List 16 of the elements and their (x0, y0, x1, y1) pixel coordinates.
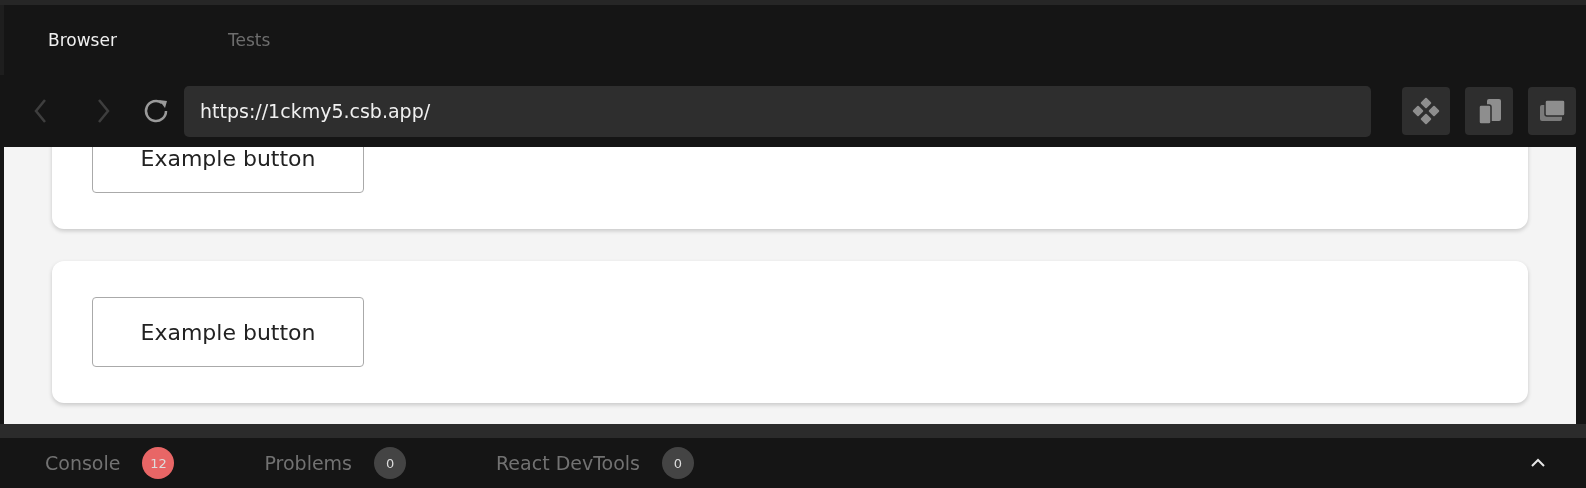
pages-button[interactable] (1465, 87, 1513, 135)
panel-tab[interactable]: Console (45, 452, 121, 474)
diamonds-button[interactable] (1402, 87, 1450, 135)
windows-button[interactable] (1528, 87, 1576, 135)
count-badge: 0 (662, 447, 694, 479)
url-field[interactable]: https://1ckmy5.csb.app/ (184, 85, 1371, 137)
example-button[interactable]: Example button (92, 297, 364, 367)
example-button[interactable]: Example button (92, 147, 364, 193)
expand-icon[interactable] (1530, 458, 1546, 468)
tab[interactable]: Tests (212, 30, 372, 50)
diamonds-icon (1411, 96, 1441, 126)
count-badge: 0 (374, 447, 406, 479)
tab[interactable]: Browser (32, 30, 192, 50)
panel-tab[interactable]: React DevTools (496, 452, 640, 474)
panel-tab[interactable]: Problems (264, 452, 352, 474)
count-badge: 12 (142, 447, 175, 479)
